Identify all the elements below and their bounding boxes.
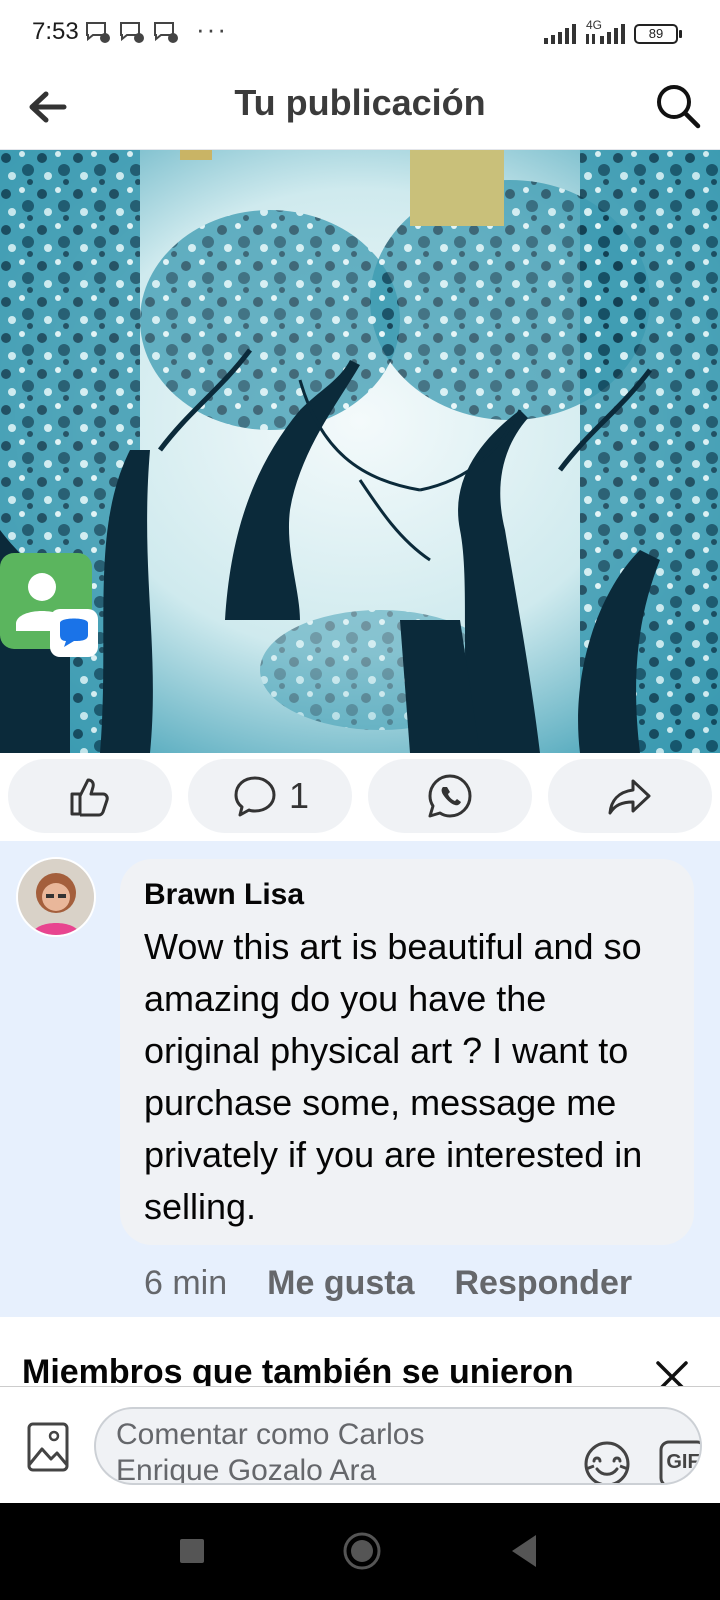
comment-composer: Comentar como Carlos Enrique Gozalo Ara …	[0, 1387, 720, 1503]
gif-label: GIF	[666, 1451, 700, 1473]
chat-notification-icon	[120, 22, 144, 43]
reply-button[interactable]: Responder	[455, 1264, 633, 1303]
thumbs-up-icon	[70, 778, 109, 817]
comment-meta: 6 min Me gusta Responder	[144, 1259, 632, 1307]
post-actions: 1	[0, 753, 720, 841]
contacts-messages-icon[interactable]	[0, 553, 100, 663]
system-nav-bar	[0, 1503, 720, 1600]
comment-bubble[interactable]: Brawn Lisa Wow this art is beautiful and…	[120, 859, 694, 1245]
commenter-avatar-image	[18, 859, 94, 935]
comment-input-placeholder: Comentar como Carlos Enrique Gozalo Ara	[116, 1418, 425, 1485]
gif-button[interactable]: GIF	[658, 1439, 700, 1483]
signal-4g-icon	[586, 24, 625, 44]
recents-button[interactable]	[180, 1539, 204, 1563]
suggestions-header: Miembros que también se unieron	[0, 1317, 720, 1387]
like-button[interactable]	[8, 759, 172, 833]
comment-button[interactable]: 1	[188, 759, 352, 833]
app-header: Tu publicación	[0, 68, 720, 150]
comment-time: 6 min	[144, 1263, 228, 1302]
sticker-icon[interactable]	[582, 1439, 632, 1485]
back-button[interactable]	[508, 1533, 538, 1569]
status-time: 7:53	[32, 18, 79, 45]
comment-text: Wow this art is beautiful and so amazing…	[144, 926, 643, 1227]
like-comment-button[interactable]: Me gusta	[267, 1264, 414, 1303]
comment-author[interactable]: Brawn Lisa	[144, 875, 672, 915]
chat-notification-icon	[86, 22, 110, 43]
home-button[interactable]	[342, 1531, 382, 1571]
comment-section: Brawn Lisa Wow this art is beautiful and…	[0, 841, 720, 1317]
comment-icon	[234, 776, 276, 817]
post-photo-art	[0, 150, 720, 753]
signal-icon	[544, 24, 576, 44]
status-bar: 7:53 ··· 4G 89	[0, 0, 720, 68]
avatar[interactable]	[16, 857, 96, 937]
comment-count: 1	[288, 775, 310, 816]
whatsapp-icon	[428, 774, 472, 818]
battery-cap	[679, 30, 682, 38]
share-button[interactable]	[548, 759, 712, 833]
whatsapp-share-button[interactable]	[368, 759, 532, 833]
page-title: Tu publicación	[234, 82, 486, 123]
photo-icon[interactable]	[26, 1421, 70, 1473]
search-icon[interactable]	[652, 80, 704, 132]
comment-input[interactable]: Comentar como Carlos Enrique Gozalo Ara …	[94, 1407, 702, 1485]
post-photo[interactable]	[0, 150, 720, 753]
close-icon[interactable]	[650, 1355, 694, 1387]
battery-indicator: 89	[634, 24, 678, 44]
share-icon	[608, 779, 651, 815]
chat-notification-icon	[154, 22, 178, 43]
suggestions-title: Miembros que también se unieron	[22, 1353, 574, 1387]
more-notifications-indicator: ···	[196, 14, 228, 44]
